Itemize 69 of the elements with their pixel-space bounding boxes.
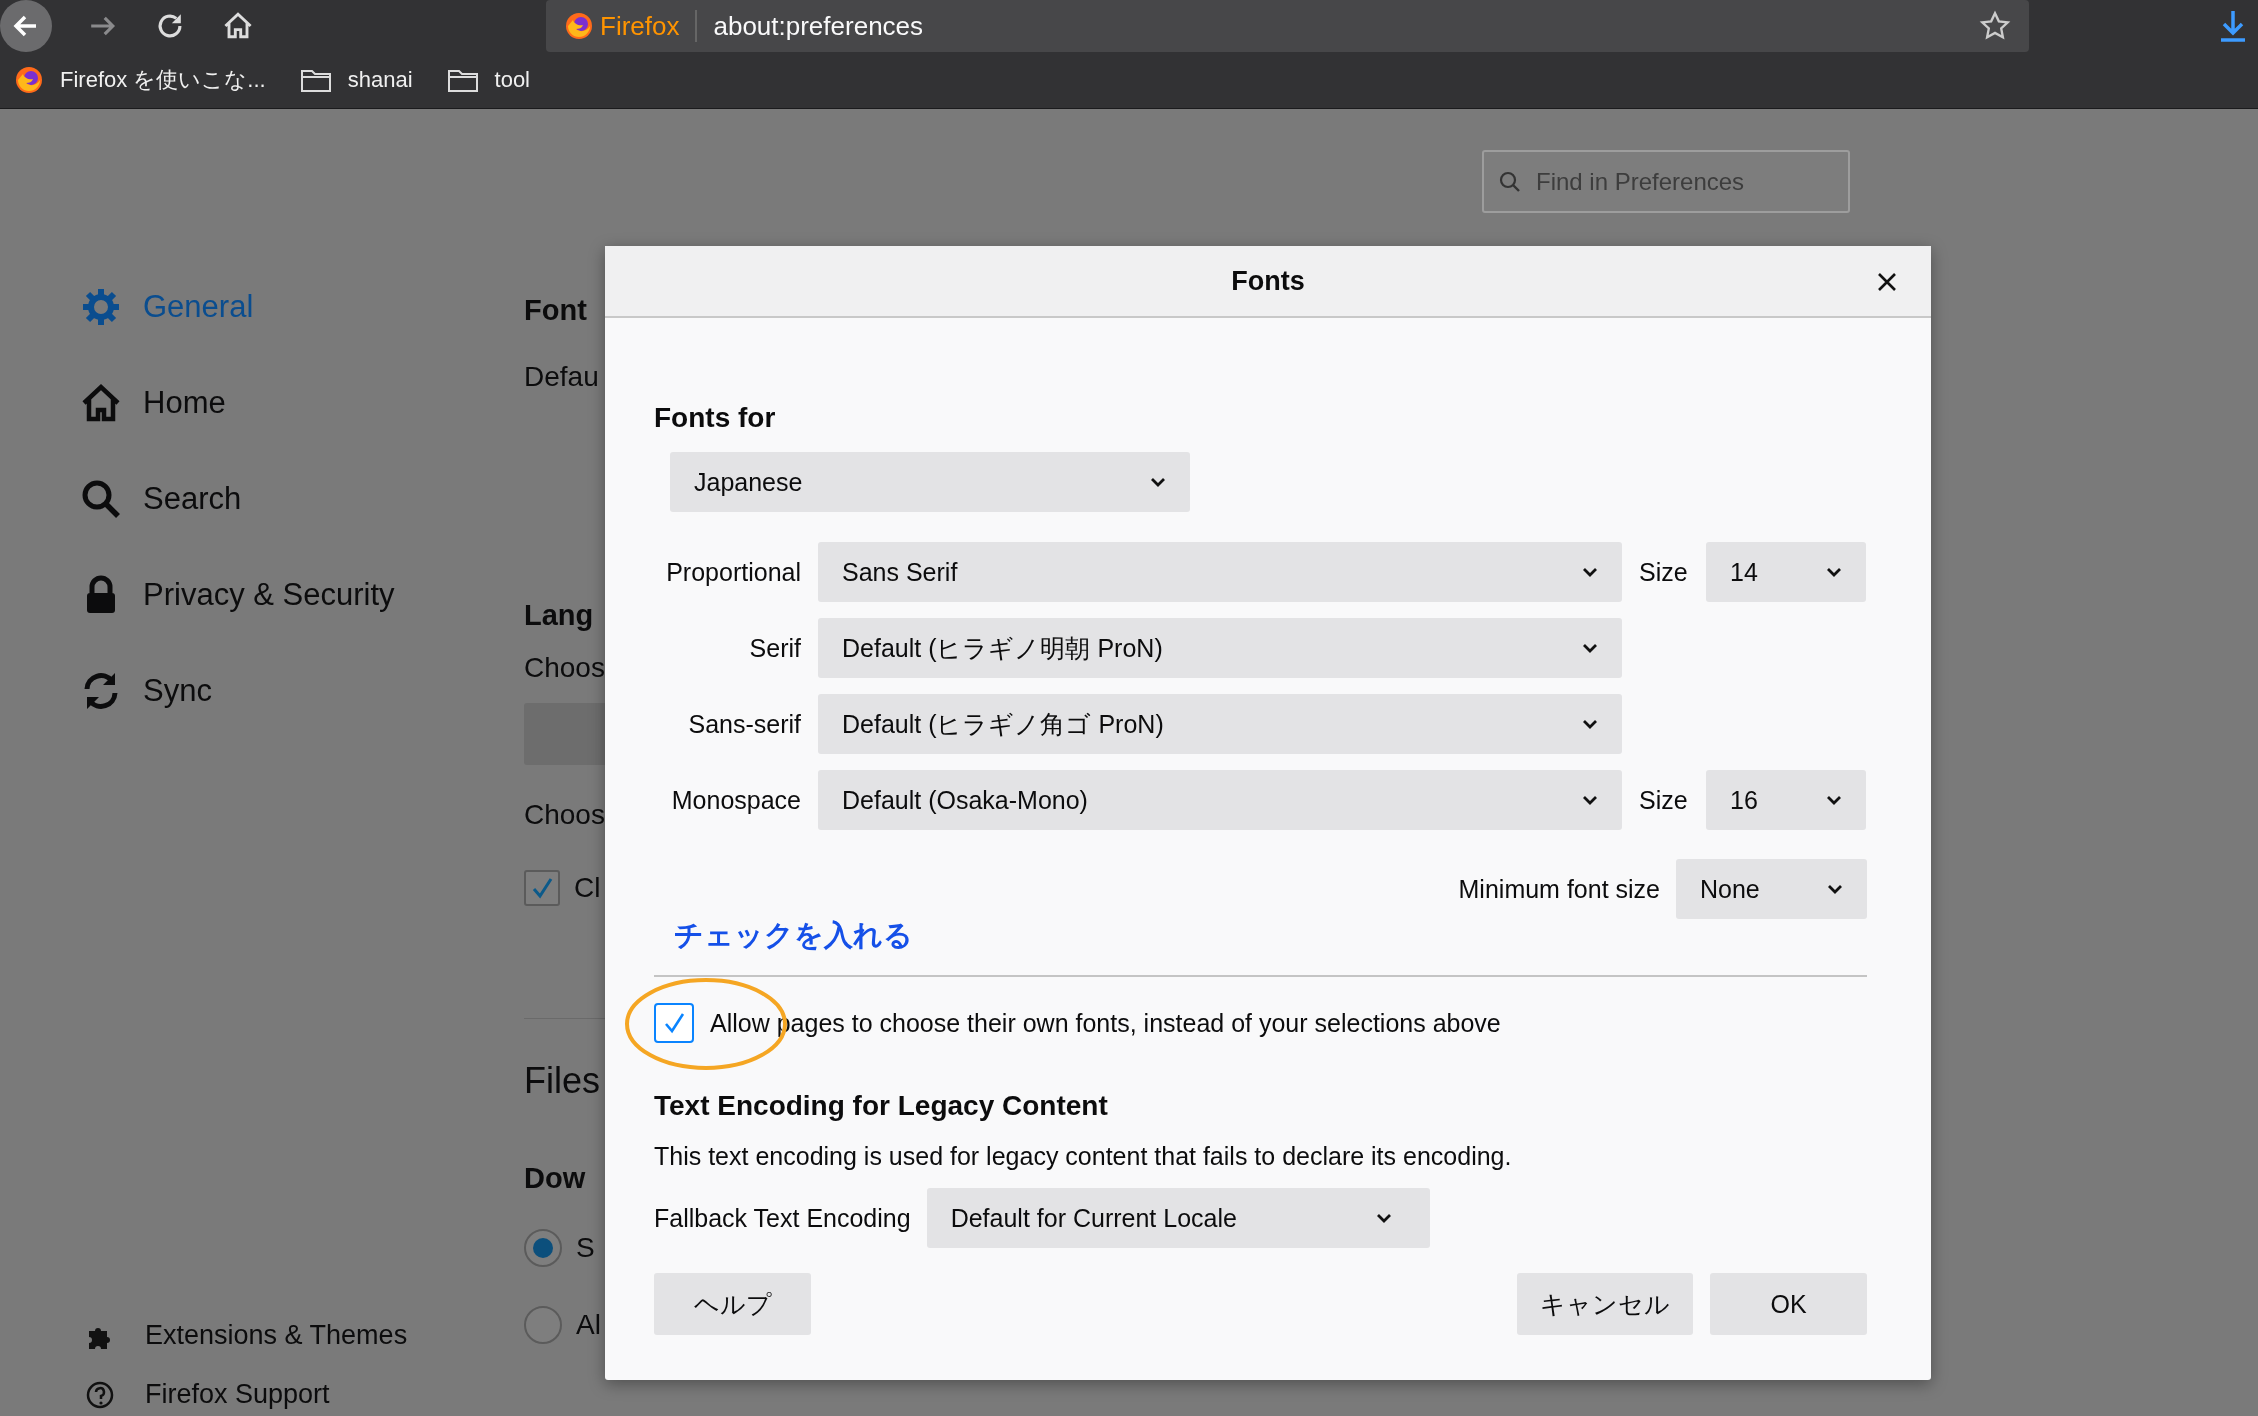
checkbox[interactable]	[524, 870, 560, 906]
description-text: Choos	[524, 651, 605, 685]
sidebar-item[interactable]: Search	[79, 469, 242, 529]
chevron-down-icon	[1582, 643, 1598, 653]
address-bar[interactable]: Firefox about:preferences	[546, 0, 2029, 52]
chevron-down-icon	[1826, 567, 1842, 577]
radio-button[interactable]	[524, 1229, 562, 1267]
download-icon[interactable]	[2218, 8, 2248, 44]
field-label: Size	[1639, 557, 1689, 587]
search-field[interactable]: Find in Preferences	[1482, 150, 1850, 213]
section-heading: Font	[524, 293, 587, 328]
sidebar-item[interactable]: Privacy & Security	[79, 565, 395, 625]
font-dropdown[interactable]: Default (ヒラギノ明朝 ProN)	[818, 618, 1622, 678]
radio-label: Al	[576, 1308, 601, 1342]
description-text: This text encoding is used for legacy content that fails to declare its encoding.	[654, 1141, 1512, 1172]
section-heading: Lang	[524, 598, 594, 633]
chevron-down-icon	[1582, 719, 1598, 729]
ok-button[interactable]: OK	[1710, 1273, 1867, 1335]
size-dropdown[interactable]: 14	[1706, 542, 1866, 602]
encoding-dropdown[interactable]: Default for Current Locale	[926, 1188, 1430, 1248]
radio-button[interactable]	[524, 1306, 562, 1344]
font-dropdown[interactable]: Default (Osaka-Mono)	[818, 770, 1622, 830]
folder-icon	[299, 67, 332, 93]
fox-logo-icon	[14, 65, 44, 95]
url-text: about:preferences	[713, 10, 925, 42]
bookmark-item[interactable]: Firefox を使いこな...	[14, 65, 266, 95]
identity-label: Firefox	[600, 10, 680, 42]
bookmark-star-icon[interactable]	[1979, 10, 2011, 42]
fox-logo-icon	[564, 11, 594, 41]
chevron-down-icon	[1150, 477, 1166, 487]
chevron-down-icon	[1827, 884, 1843, 894]
field-label: Size	[1639, 785, 1689, 815]
bookmark-item[interactable]: tool	[446, 67, 530, 93]
section-heading: Dow	[524, 1161, 586, 1196]
font-dropdown[interactable]: Default (ヒラギノ角ゴ ProN)	[818, 694, 1622, 754]
field-label: Proportional	[665, 557, 801, 587]
checkbox[interactable]	[654, 1003, 694, 1043]
field-label: Serif	[748, 633, 801, 663]
font-dropdown[interactable]: Sans Serif	[818, 542, 1622, 602]
chevron-down-icon	[1582, 567, 1598, 577]
checkbox-label: Cl	[574, 871, 601, 905]
chevron-down-icon	[1375, 1213, 1392, 1223]
size-dropdown[interactable]: 16	[1706, 770, 1866, 830]
bookmark-item[interactable]: shanai	[299, 67, 413, 93]
description-text: Choos	[524, 798, 605, 832]
sidebar-item[interactable]: Home	[79, 373, 226, 433]
sidebar-link[interactable]: Firefox Support	[79, 1379, 330, 1410]
chevron-down-icon	[1826, 795, 1842, 805]
cancel-button[interactable]: キャンセル	[1517, 1273, 1693, 1335]
folder-icon	[446, 67, 479, 93]
field-label: Sans-serif	[687, 709, 801, 739]
help-icon	[85, 1379, 115, 1410]
field-label: Fallback Text Encoding	[654, 1203, 911, 1233]
field-label: Monospace	[670, 785, 801, 815]
dialog-title: Fonts	[1231, 265, 1305, 297]
section-heading: Fonts for	[654, 401, 776, 435]
annotation-text: チェックを入れる	[674, 918, 913, 953]
search-icon	[1498, 170, 1522, 194]
sidebar-item[interactable]: Sync	[79, 661, 212, 721]
radio-label: S	[576, 1231, 595, 1265]
field-label: Minimum font size	[1458, 874, 1660, 904]
help-button[interactable]: ヘルプ	[654, 1273, 811, 1335]
description-text: Defau	[524, 360, 599, 394]
sidebar-link[interactable]: Extensions & Themes	[79, 1320, 408, 1351]
chevron-down-icon	[1582, 795, 1598, 805]
size-dropdown[interactable]: None	[1676, 859, 1867, 919]
section-heading: Text Encoding for Legacy Content	[654, 1089, 1108, 1123]
language-dropdown[interactable]: Japanese	[670, 452, 1190, 512]
section-title: Files	[524, 1059, 600, 1103]
